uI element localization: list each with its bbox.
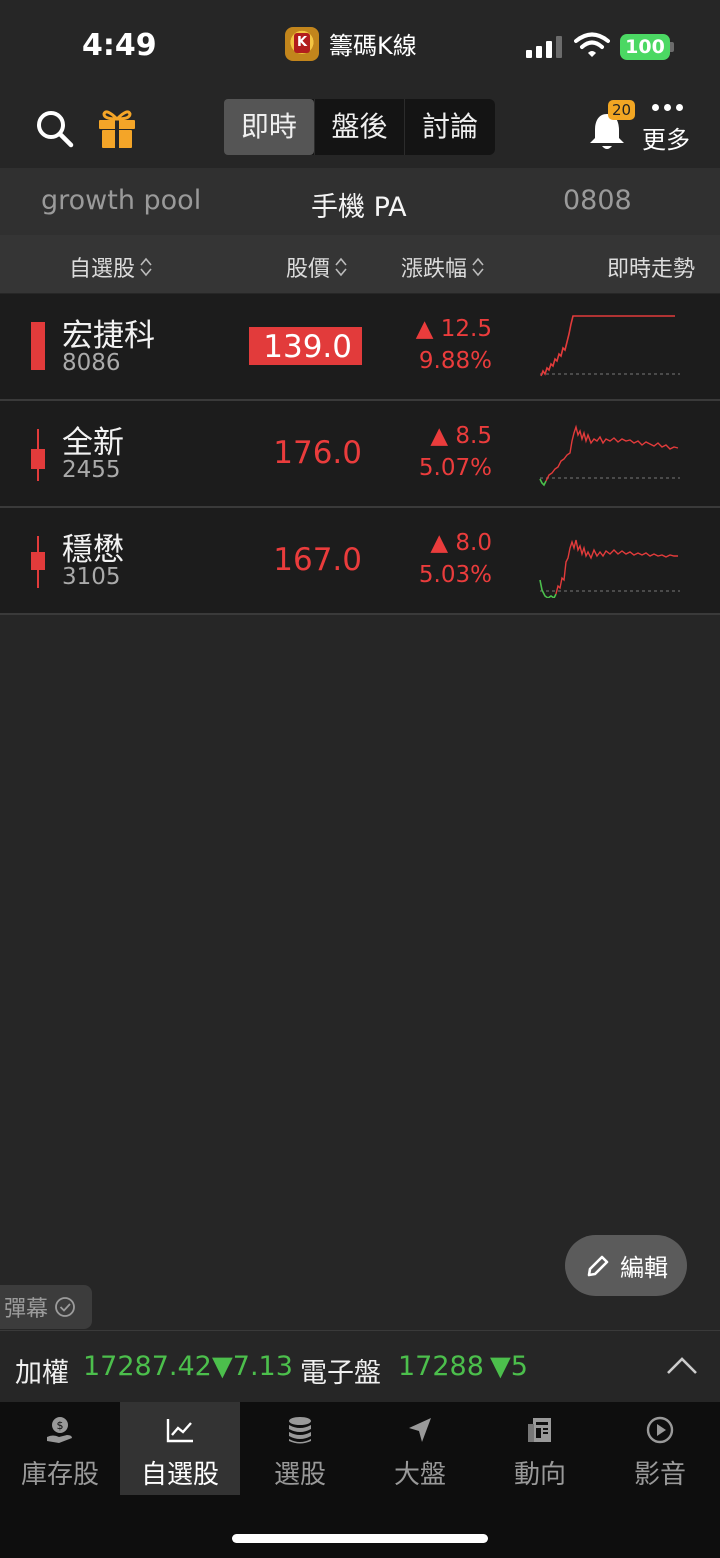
bottom-tab-bar: $ 庫存股 自選股 選股 大盤 動向 影音 xyxy=(0,1402,720,1558)
column-change-label: 漲跌幅 xyxy=(401,257,468,282)
index-ticker[interactable]: 加權 17287.42 ▼7.13 電子盤 17288 ▼5 xyxy=(0,1330,720,1402)
group-phone-pa[interactable]: 手機 PA xyxy=(311,185,407,224)
search-icon[interactable] xyxy=(34,108,74,148)
stock-code: 8086 xyxy=(62,350,121,376)
stock-change-percent: 9.88% xyxy=(418,348,492,374)
watchlist-groups: growth pool 手機 PA 0808 xyxy=(0,168,720,235)
group-growth-pool[interactable]: growth pool xyxy=(41,185,201,216)
index2-name: 電子盤 xyxy=(300,1358,381,1389)
coin-hand-icon: $ xyxy=(47,1417,72,1443)
status-time: 4:49 xyxy=(82,28,157,63)
status-bar: 4:49 K 籌碼K線 100 xyxy=(0,0,720,86)
stock-change-percent: 5.07% xyxy=(418,455,492,481)
battery-icon: 100 xyxy=(620,34,670,60)
stock-row-3105[interactable]: 穩懋 3105 167.0 ▲ 8.0 5.03% xyxy=(0,508,720,615)
tab-discussion[interactable]: 討論 xyxy=(405,99,495,155)
notification-badge: 20 xyxy=(608,100,636,120)
database-icon xyxy=(289,1417,311,1444)
chart-line-icon xyxy=(166,1419,193,1443)
tab-label: 選股 xyxy=(273,1460,326,1490)
app-logo-letter: K xyxy=(294,32,310,53)
status-app: K 籌碼K線 xyxy=(285,26,417,61)
tab-label: 自選股 xyxy=(140,1460,219,1490)
index2-change: ▼5 xyxy=(490,1351,528,1382)
tab-label: 庫存股 xyxy=(20,1460,99,1490)
column-name-label: 自選股 xyxy=(69,257,136,282)
check-circle-icon xyxy=(55,1297,75,1317)
tab-after-hours[interactable]: 盤後 xyxy=(315,99,405,155)
sort-icon xyxy=(140,257,152,277)
stock-code: 2455 xyxy=(62,457,121,483)
signal-icon xyxy=(526,36,562,58)
candlestick-icon xyxy=(31,322,45,370)
tab-screener[interactable]: 選股 xyxy=(240,1402,360,1495)
stock-price: 167.0 xyxy=(273,542,362,578)
tab-video[interactable]: 影音 xyxy=(600,1402,720,1495)
gift-icon[interactable] xyxy=(96,106,138,150)
index1-name: 加權 xyxy=(15,1358,69,1389)
app-logo: K xyxy=(285,26,319,61)
tab-trends[interactable]: 動向 xyxy=(480,1402,600,1495)
edit-button[interactable]: 編輯 xyxy=(565,1235,687,1296)
index2-value: 17288 xyxy=(398,1351,484,1382)
tab-label: 大盤 xyxy=(393,1460,446,1490)
app-name: 籌碼K線 xyxy=(329,32,417,60)
play-circle-icon xyxy=(646,1416,674,1444)
group-0808[interactable]: 0808 xyxy=(563,185,632,216)
more-icon[interactable] xyxy=(652,104,683,111)
stock-change: ▲ 8.5 xyxy=(430,423,492,449)
wifi-icon xyxy=(574,32,610,57)
sort-by-name[interactable]: 自選股 xyxy=(69,251,153,283)
stock-row-8086[interactable]: 宏捷科 8086 139.0 ▲ 12.5 9.88% xyxy=(0,294,720,401)
more-button[interactable]: 更多 xyxy=(642,120,690,155)
stock-price: 176.0 xyxy=(273,435,362,471)
intraday-sparkline xyxy=(539,539,680,598)
candlestick-icon xyxy=(31,536,45,588)
candlestick-icon xyxy=(31,429,45,481)
stock-name: 宏捷科 xyxy=(62,318,155,354)
stock-row-2455[interactable]: 全新 2455 176.0 ▲ 8.5 5.07% xyxy=(0,401,720,508)
top-nav: 即時 盤後 討論 20 更多 xyxy=(0,86,720,168)
navigation-arrow-icon xyxy=(409,1418,431,1442)
column-price-label: 股價 xyxy=(286,257,331,282)
tab-label: 影音 xyxy=(633,1460,686,1490)
tab-label: 動向 xyxy=(513,1460,566,1490)
sort-icon xyxy=(472,257,484,277)
column-header: 自選股 股價 漲跌幅 即時走勢 xyxy=(0,235,720,293)
sort-by-change[interactable]: 漲跌幅 xyxy=(401,251,485,283)
intraday-sparkline xyxy=(540,315,680,377)
stock-change: ▲ 12.5 xyxy=(415,316,492,342)
danmaku-toggle[interactable]: 彈幕 xyxy=(0,1285,92,1329)
sort-by-price[interactable]: 股價 xyxy=(286,251,348,283)
index1-value: 17287.42 xyxy=(83,1351,212,1382)
intraday-sparkline xyxy=(539,424,680,487)
stock-code: 3105 xyxy=(62,564,121,590)
column-trend-label: 即時走勢 xyxy=(607,257,696,282)
battery-cap xyxy=(670,42,674,52)
mode-segmented-control: 即時 盤後 討論 xyxy=(224,99,495,155)
newspaper-icon xyxy=(528,1418,551,1442)
tab-market[interactable]: 大盤 xyxy=(360,1402,480,1495)
pencil-icon xyxy=(587,1255,609,1276)
home-indicator xyxy=(232,1534,488,1543)
stock-name: 穩懋 xyxy=(62,532,124,568)
svg-text:$: $ xyxy=(57,1419,64,1432)
stock-price: 139.0 xyxy=(249,327,362,365)
chevron-up-icon[interactable] xyxy=(666,1355,698,1375)
tab-watchlist[interactable]: 自選股 xyxy=(120,1402,240,1495)
index1-change: ▼7.13 xyxy=(212,1351,293,1382)
tab-realtime[interactable]: 即時 xyxy=(224,99,314,155)
stock-change-percent: 5.03% xyxy=(418,562,492,588)
sort-icon xyxy=(335,257,347,277)
tab-inventory[interactable]: $ 庫存股 xyxy=(0,1402,120,1495)
edit-label: 編輯 xyxy=(620,1254,668,1282)
stock-change: ▲ 8.0 xyxy=(430,530,492,556)
stock-name: 全新 xyxy=(62,425,124,461)
danmaku-label: 彈幕 xyxy=(4,1297,49,1322)
